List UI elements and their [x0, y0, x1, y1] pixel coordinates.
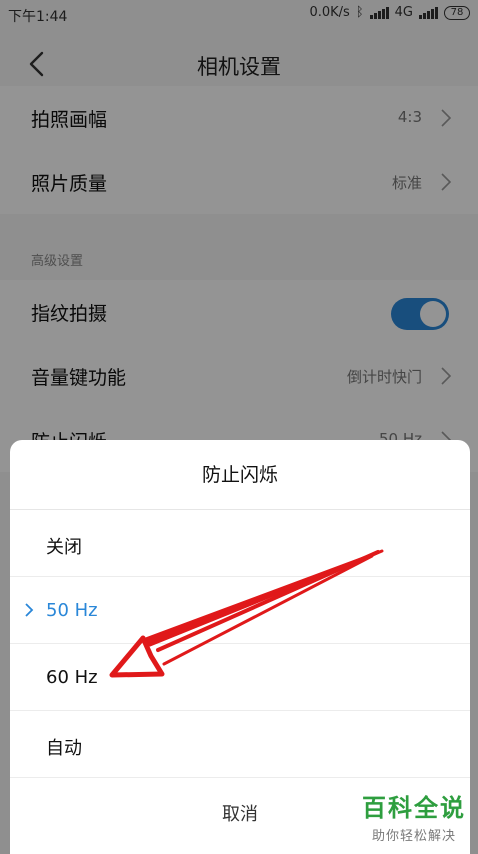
option-off[interactable]: 关闭	[10, 510, 470, 577]
watermark-sub: 助你轻松解决	[371, 829, 456, 844]
option-60hz[interactable]: 60 Hz	[10, 644, 470, 711]
option-label: 60 Hz	[46, 667, 98, 688]
dialog-title: 防止闪烁	[10, 440, 470, 510]
watermark-main: 百科全说	[362, 794, 466, 822]
option-label: 自动	[46, 738, 82, 759]
option-label: 关闭	[46, 537, 82, 558]
selected-chevron-icon	[25, 603, 34, 617]
option-50hz[interactable]: 50 Hz	[10, 577, 470, 644]
watermark-logo: 百科全说 助你轻松解决	[362, 788, 466, 844]
option-label: 50 Hz	[46, 600, 98, 621]
option-auto[interactable]: 自动	[10, 711, 470, 778]
